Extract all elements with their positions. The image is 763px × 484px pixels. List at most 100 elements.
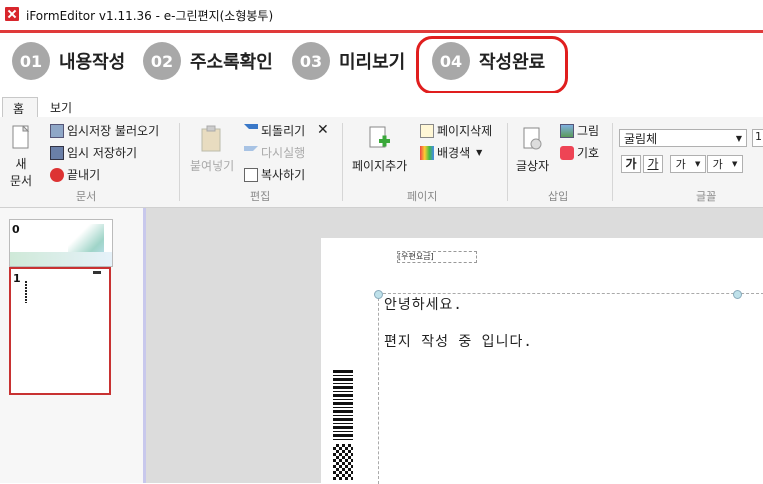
- app-logo-icon: [5, 7, 19, 21]
- paste-label: 붙여넣기: [190, 159, 235, 173]
- group-label-edit: 편집: [250, 190, 271, 203]
- undo-button[interactable]: 되돌리기: [244, 122, 305, 139]
- thumbnail-bottom-band: [10, 252, 112, 266]
- load-temp-label: 임시저장 불러오기: [67, 124, 160, 138]
- group-label-document: 문서: [76, 190, 97, 203]
- background-color-button[interactable]: 배경색 ▼: [420, 144, 482, 161]
- barcode: [333, 370, 353, 483]
- insert-image-label: 그림: [577, 124, 600, 138]
- background-color-label: 배경색: [437, 146, 471, 160]
- redo-arrow-icon: [244, 145, 258, 160]
- group-label-font: 글꼴: [696, 190, 717, 203]
- copy-doc-icon: [244, 167, 258, 182]
- delete-page-button[interactable]: 페이지삭제: [420, 122, 492, 139]
- add-page-icon: [369, 126, 390, 148]
- new-document-button[interactable]: 새 문서: [10, 125, 32, 189]
- textbox-label: 글상자: [516, 159, 550, 173]
- postage-stamp-box[interactable]: [우편요금]: [397, 251, 477, 263]
- undo-label: 되돌리기: [261, 124, 306, 138]
- ribbon-separator: [179, 123, 180, 201]
- textbox-icon: [523, 127, 542, 150]
- resize-handle[interactable]: [733, 290, 742, 299]
- font-color-select[interactable]: 가 ▼: [670, 155, 706, 173]
- save-temp-label: 임시 저장하기: [67, 146, 138, 160]
- add-page-button[interactable]: 페이지추가: [352, 125, 407, 174]
- title-bar: iFormEditor v1.11.36 - e-그린편지(소형봉투): [0, 0, 763, 30]
- page-thumbnail-1[interactable]: 1: [9, 267, 111, 395]
- tools-cross-icon: ✕: [317, 122, 329, 138]
- load-temp-icon: [50, 123, 64, 138]
- thumbnail-stamp: [93, 271, 101, 274]
- save-temp-button[interactable]: 임시 저장하기: [50, 144, 137, 161]
- tab-view[interactable]: 보기: [40, 97, 82, 117]
- letter-line-2: 편지 작성 중 입니다.: [384, 334, 533, 350]
- new-document-label-2: 문서: [10, 174, 33, 188]
- step-3[interactable]: 03 미리보기: [292, 42, 406, 80]
- close-circle-icon: [50, 167, 64, 182]
- insert-image-button[interactable]: 그림: [560, 122, 599, 139]
- image-icon: [560, 123, 574, 138]
- palette-icon: [420, 145, 434, 160]
- bold-button[interactable]: 가: [621, 155, 641, 173]
- step-3-number: 03: [292, 42, 330, 80]
- new-document-icon: [12, 125, 30, 149]
- delete-page-icon: [420, 123, 434, 138]
- redo-button[interactable]: 다시실행: [244, 144, 305, 161]
- save-disk-icon: [50, 145, 64, 160]
- chevron-down-icon: ▼: [735, 133, 742, 143]
- step-3-label: 미리보기: [339, 52, 406, 73]
- thumbnail-number: 0: [12, 223, 20, 236]
- chevron-down-icon: ▼: [694, 160, 701, 168]
- group-label-insert: 삽입: [548, 190, 569, 203]
- redo-label: 다시실행: [261, 146, 306, 160]
- step-2-label: 주소록확인: [190, 52, 273, 73]
- paste-button[interactable]: 붙여넣기: [190, 125, 234, 174]
- font-family-value: 굴림체: [624, 131, 658, 146]
- load-temp-button[interactable]: 임시저장 불러오기: [50, 122, 159, 139]
- step-2-number: 02: [143, 42, 181, 80]
- thumbnail-number: 1: [13, 272, 21, 285]
- barcode-bars: [333, 370, 353, 442]
- font-color-value: 가: [675, 158, 686, 171]
- highlight-color-value: 가: [712, 158, 723, 171]
- font-family-select[interactable]: 굴림체 ▼: [619, 129, 747, 147]
- symbol-icon: [560, 145, 574, 160]
- thumbnail-barcode: [25, 281, 27, 303]
- page-thumbnail-0[interactable]: 0: [9, 219, 113, 267]
- ribbon-tab-row: 홈 보기: [0, 93, 763, 120]
- exit-button[interactable]: 끝내기: [50, 166, 100, 183]
- step-2[interactable]: 02 주소록확인: [143, 42, 273, 80]
- tools-button[interactable]: ✕: [317, 122, 329, 138]
- window-title: iFormEditor v1.11.36 - e-그린편지(소형봉투): [26, 9, 274, 23]
- ribbon-separator: [507, 123, 508, 201]
- chevron-down-icon: ▼: [476, 148, 483, 157]
- step-4-highlight-outline: [416, 36, 568, 94]
- underline-button[interactable]: 가: [643, 155, 663, 173]
- clipboard-icon: [201, 125, 221, 152]
- chevron-down-icon: ▼: [731, 160, 738, 168]
- step-1-label: 내용작성: [59, 52, 126, 73]
- step-bar: 01 내용작성 02 주소록확인 03 미리보기 04 작성완료: [0, 33, 763, 93]
- font-size-value: 1: [755, 130, 762, 143]
- letter-line-1: 안녕하세요.: [384, 297, 463, 313]
- exit-label: 끝내기: [67, 168, 101, 182]
- highlight-color-select[interactable]: 가 ▼: [707, 155, 743, 173]
- add-page-label: 페이지추가: [352, 159, 408, 173]
- textbox-button[interactable]: 글상자: [516, 125, 549, 174]
- letter-text-box[interactable]: [378, 293, 763, 484]
- undo-arrow-icon: [244, 123, 258, 138]
- step-1[interactable]: 01 내용작성: [12, 42, 126, 80]
- new-document-label-1: 새: [15, 157, 27, 171]
- ribbon-separator: [342, 123, 343, 201]
- barcode-2d-code: [333, 444, 353, 480]
- font-size-select[interactable]: 1: [752, 129, 763, 147]
- insert-symbol-label: 기호: [577, 146, 600, 160]
- ribbon: 새 문서 임시저장 불러오기 임시 저장하기 끝내기 문서 붙여넣기 되돌리기 …: [0, 117, 763, 208]
- ribbon-separator: [612, 123, 613, 201]
- resize-handle[interactable]: [374, 290, 383, 299]
- insert-symbol-button[interactable]: 기호: [560, 144, 599, 161]
- delete-page-label: 페이지삭제: [437, 124, 493, 138]
- copy-label: 복사하기: [261, 168, 306, 182]
- step-1-number: 01: [12, 42, 50, 80]
- copy-button[interactable]: 복사하기: [244, 166, 305, 183]
